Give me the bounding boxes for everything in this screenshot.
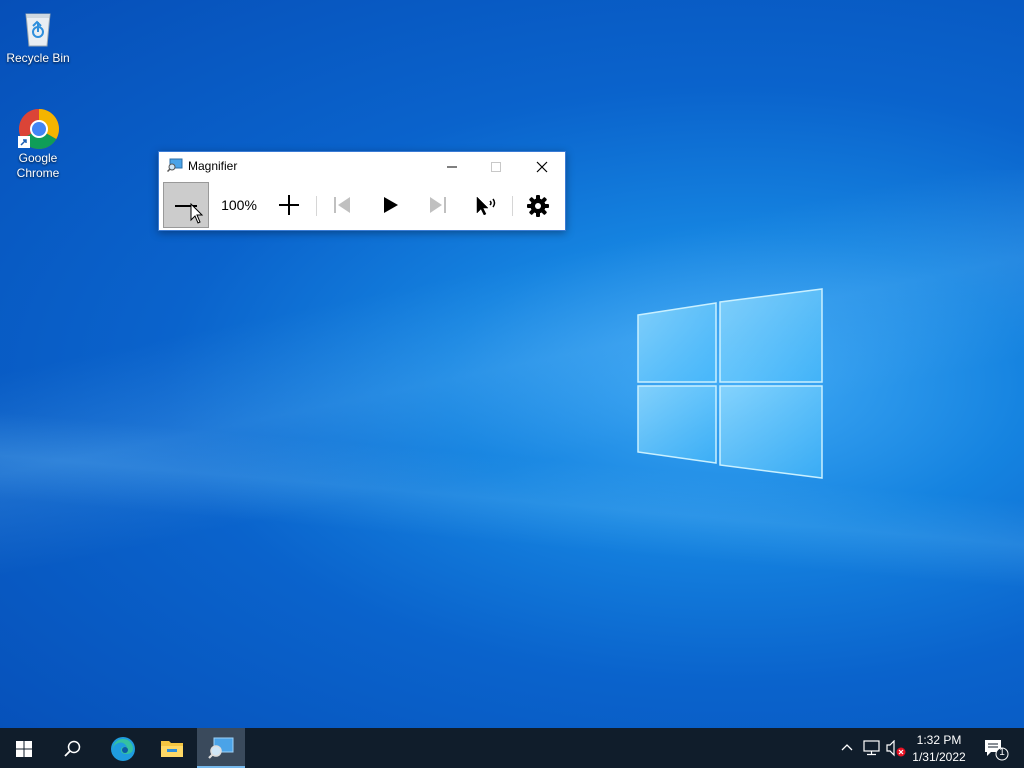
windows-wallpaper-logo (637, 288, 823, 479)
settings-button[interactable] (517, 182, 559, 228)
network-button[interactable] (860, 728, 882, 768)
search-icon (64, 740, 81, 757)
toolbar-separator (316, 196, 317, 216)
close-icon (536, 161, 548, 173)
taskbar-magnifier[interactable] (197, 728, 245, 768)
action-center-button[interactable]: 1 (978, 728, 1018, 768)
chrome-icon (18, 108, 59, 149)
close-button[interactable] (519, 152, 565, 180)
magnifier-window: Magnifier 100% (158, 151, 566, 231)
next-button (417, 182, 459, 228)
minimize-icon (447, 166, 457, 168)
show-hidden-icons-button[interactable] (836, 728, 858, 768)
file-explorer-icon (161, 741, 183, 757)
volume-button[interactable] (884, 728, 906, 768)
taskbar: 1:32 PM 1/31/2022 1 (0, 728, 1024, 768)
read-from-here-button[interactable] (465, 182, 507, 228)
desktop-icon-label: Chrome (16, 166, 60, 180)
network-icon (863, 740, 880, 756)
volume-muted-icon (886, 740, 906, 757)
wallpaper-light-beam (0, 170, 1024, 630)
minimize-button[interactable] (429, 152, 475, 180)
desktop-icon-google-chrome[interactable]: Google Chrome (0, 108, 76, 181)
maximize-button (473, 152, 519, 180)
notification-count: 1 (999, 747, 1005, 758)
plus-icon (279, 195, 299, 215)
play-button[interactable] (369, 182, 411, 228)
magnifier-toolbar: 100% (159, 180, 565, 230)
play-icon (384, 197, 398, 213)
desktop-icon-recycle-bin[interactable]: Recycle Bin (0, 8, 76, 66)
shortcut-arrow-icon (18, 136, 30, 148)
taskbar-edge[interactable] (99, 728, 147, 768)
read-aloud-cursor-icon (476, 196, 496, 215)
chevron-up-icon (841, 744, 853, 751)
clock-date[interactable]: 1/31/2022 (906, 750, 972, 764)
maximize-icon (491, 162, 501, 172)
clock-time[interactable]: 1:32 PM (906, 733, 972, 747)
zoom-level: 100% (221, 197, 257, 213)
taskbar-file-explorer[interactable] (148, 728, 196, 768)
magnifier-app-icon (167, 158, 183, 172)
gear-icon (527, 195, 549, 217)
search-button[interactable] (48, 728, 96, 768)
previous-button (321, 182, 361, 228)
toolbar-separator (512, 196, 513, 216)
desktop-icon-label: Google (18, 151, 58, 165)
title-bar[interactable]: Magnifier (159, 152, 565, 180)
windows-start-icon (16, 741, 32, 757)
recycle-bin-icon (18, 8, 58, 48)
skip-next-icon (430, 197, 446, 213)
desktop-icon-label: Recycle Bin (6, 51, 70, 65)
zoom-in-button[interactable] (267, 182, 313, 228)
magnifier-icon (208, 737, 234, 759)
edge-icon (111, 737, 135, 761)
mouse-cursor-icon (190, 203, 204, 224)
start-button[interactable] (0, 728, 48, 768)
skip-previous-icon (334, 197, 350, 213)
window-title: Magnifier (188, 159, 238, 173)
wallpaper-light-beam (0, 400, 1024, 600)
